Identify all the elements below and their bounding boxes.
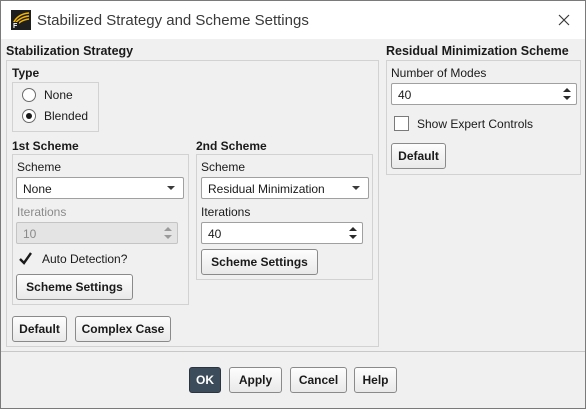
radio-none-button[interactable] — [22, 88, 36, 102]
first-iterations-input[interactable]: 10 — [16, 222, 178, 244]
complex-case-button[interactable]: Complex Case — [75, 316, 171, 342]
fluent-app-icon: F — [11, 10, 31, 30]
first-scheme-title: 1st Scheme — [12, 139, 79, 153]
first-scheme-dropdown[interactable]: None — [16, 177, 184, 199]
radio-blended-button[interactable] — [22, 109, 36, 123]
number-of-modes-input[interactable]: 40 — [391, 83, 577, 105]
first-scheme-label: Scheme — [17, 160, 62, 174]
ok-button[interactable]: OK — [189, 367, 221, 393]
second-iterations-input[interactable]: 40 — [201, 222, 363, 244]
first-iterations-label: Iterations — [17, 205, 67, 219]
first-scheme-settings-button[interactable]: Scheme Settings — [16, 274, 133, 300]
auto-detection-box[interactable] — [18, 251, 33, 266]
close-button[interactable] — [551, 8, 577, 32]
help-button[interactable]: Help — [354, 367, 397, 393]
show-expert-controls-label: Show Expert Controls — [417, 117, 534, 131]
first-iterations-value: 10 — [23, 227, 37, 241]
svg-text:F: F — [13, 23, 18, 30]
stabilization-strategy-title: Stabilization Strategy — [6, 44, 134, 58]
second-scheme-value: Residual Minimization — [208, 182, 325, 196]
chevron-down-icon — [167, 186, 175, 190]
close-icon — [558, 14, 570, 26]
chevron-down-icon — [352, 186, 360, 190]
number-of-modes-value: 40 — [398, 88, 412, 102]
radio-none-label: None — [44, 88, 73, 102]
spin-arrows-icon — [164, 227, 172, 239]
dialog-window: F Stabilized Strategy and Scheme Setting… — [0, 0, 586, 409]
title-bar: F Stabilized Strategy and Scheme Setting… — [1, 1, 585, 39]
type-label: Type — [12, 66, 40, 80]
footer-divider — [1, 351, 585, 352]
number-of-modes-label: Number of Modes — [391, 66, 487, 80]
spin-arrows-icon — [563, 88, 571, 100]
second-iterations-value: 40 — [208, 227, 222, 241]
first-scheme-value: None — [23, 182, 52, 196]
window-title: Stabilized Strategy and Scheme Settings — [37, 12, 309, 29]
cancel-button[interactable]: Cancel — [290, 367, 347, 393]
second-scheme-settings-button[interactable]: Scheme Settings — [201, 249, 318, 275]
show-expert-controls-box[interactable] — [394, 116, 409, 131]
stabilization-default-button[interactable]: Default — [12, 316, 67, 342]
auto-detection-label: Auto Detection? — [42, 252, 128, 266]
second-scheme-label: Scheme — [201, 160, 246, 174]
apply-button[interactable]: Apply — [229, 367, 282, 393]
residual-minimization-title: Residual Minimization Scheme — [386, 44, 569, 58]
checkmark-icon — [19, 252, 32, 265]
second-iterations-label: Iterations — [201, 205, 251, 219]
residual-default-button[interactable]: Default — [391, 143, 446, 169]
spin-arrows-icon — [349, 227, 357, 239]
radio-blended-label: Blended — [44, 109, 89, 123]
second-scheme-dropdown[interactable]: Residual Minimization — [201, 177, 369, 199]
second-scheme-title: 2nd Scheme — [196, 139, 267, 153]
